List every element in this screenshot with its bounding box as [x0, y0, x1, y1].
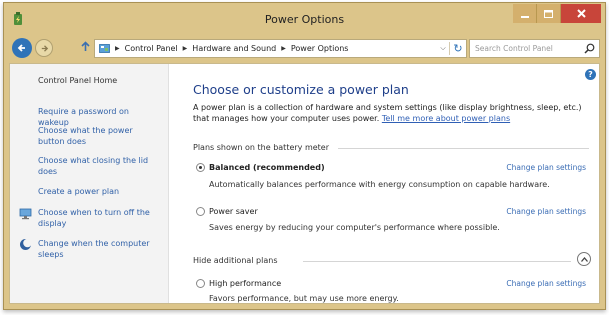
help-icon[interactable]: ? [585, 69, 596, 80]
moon-icon [20, 238, 32, 250]
create-power-plan-link[interactable]: Create a power plan [38, 186, 160, 197]
arrow-left-icon [17, 44, 25, 52]
balanced-change-settings-link[interactable]: Change plan settings [506, 163, 586, 172]
section-hide-additional-plans[interactable]: Hide additional plans [193, 256, 278, 265]
main-panel: ? Choose or customize a power plan A pow… [168, 64, 599, 303]
breadcrumb-control-panel[interactable]: Control Panel [125, 44, 178, 53]
display-icon [19, 208, 32, 220]
breadcrumb-chevron-icon: ▶ [115, 45, 120, 52]
control-panel-home-link[interactable]: Control Panel Home [38, 76, 117, 85]
address-bar[interactable]: ▶ Control Panel ▶ Hardware and Sound ▶ P… [94, 39, 467, 58]
breadcrumb-chevron-icon: ▶ [281, 45, 286, 52]
computer-sleeps-link[interactable]: Change when the computer sleeps [38, 238, 160, 260]
refresh-icon[interactable]: ↻ [449, 42, 466, 55]
high-performance-plan-name[interactable]: High performance [209, 279, 281, 288]
power-saver-change-settings-link[interactable]: Change plan settings [506, 207, 586, 216]
high-performance-radio[interactable] [196, 279, 205, 288]
arrow-right-icon [41, 44, 48, 52]
power-options-window: Power Options ▶ Control Panel ▶ Hardware… [3, 2, 606, 310]
address-controls: ⌵ ↻ [437, 40, 466, 57]
close-icon [576, 9, 586, 18]
minimize-button[interactable] [513, 4, 537, 23]
balanced-plan-name[interactable]: Balanced (recommended) [209, 163, 325, 172]
chevron-down-icon[interactable]: ⌵ [437, 44, 449, 53]
page-title: Choose or customize a power plan [193, 82, 409, 97]
content-area: Control Panel Home Require a password on… [9, 63, 600, 304]
learn-more-link[interactable]: Tell me more about power plans [382, 114, 510, 123]
search-box[interactable] [469, 39, 600, 58]
arrow-up-icon [81, 41, 90, 51]
window-controls [513, 4, 601, 23]
closing-lid-link[interactable]: Choose what closing the lid does [38, 155, 160, 177]
back-button[interactable] [12, 38, 32, 58]
breadcrumb-chevron-icon: ▶ [182, 45, 188, 52]
section-divider [303, 261, 571, 262]
title-bar[interactable]: Power Options [4, 3, 605, 35]
sidebar: Control Panel Home Require a password on… [10, 64, 169, 303]
turn-off-display-link[interactable]: Choose when to turn off the display [38, 207, 160, 229]
search-input[interactable] [470, 41, 583, 56]
breadcrumb-hardware-and-sound[interactable]: Hardware and Sound [192, 44, 276, 53]
minimize-icon [520, 15, 529, 18]
power-saver-radio[interactable] [196, 207, 205, 216]
control-panel-icon [99, 44, 110, 53]
navigation-bar: ▶ Control Panel ▶ Hardware and Sound ▶ P… [4, 35, 605, 63]
collapse-plans-button[interactable] [577, 252, 591, 266]
close-button[interactable] [561, 4, 601, 23]
forward-button[interactable] [35, 39, 53, 57]
power-saver-plan-name[interactable]: Power saver [209, 207, 258, 216]
power-saver-plan-description: Saves energy by reducing your computer's… [209, 223, 500, 232]
high-performance-change-settings-link[interactable]: Change plan settings [506, 279, 586, 288]
section-divider [338, 148, 589, 149]
search-icon[interactable] [584, 43, 595, 54]
high-performance-plan-description: Favors performance, but may use more ene… [209, 294, 399, 303]
balanced-radio[interactable] [196, 163, 205, 172]
chevron-up-icon [580, 256, 588, 262]
maximize-button[interactable] [537, 4, 561, 23]
maximize-icon [544, 9, 553, 18]
breadcrumb-power-options[interactable]: Power Options [291, 44, 349, 53]
section-battery-meter: Plans shown on the battery meter [193, 143, 330, 152]
balanced-plan-description: Automatically balances performance with … [209, 180, 550, 189]
page-description: A power plan is a collection of hardware… [193, 102, 589, 124]
power-button-link[interactable]: Choose what the power button does [38, 125, 160, 147]
up-button[interactable] [81, 41, 90, 55]
